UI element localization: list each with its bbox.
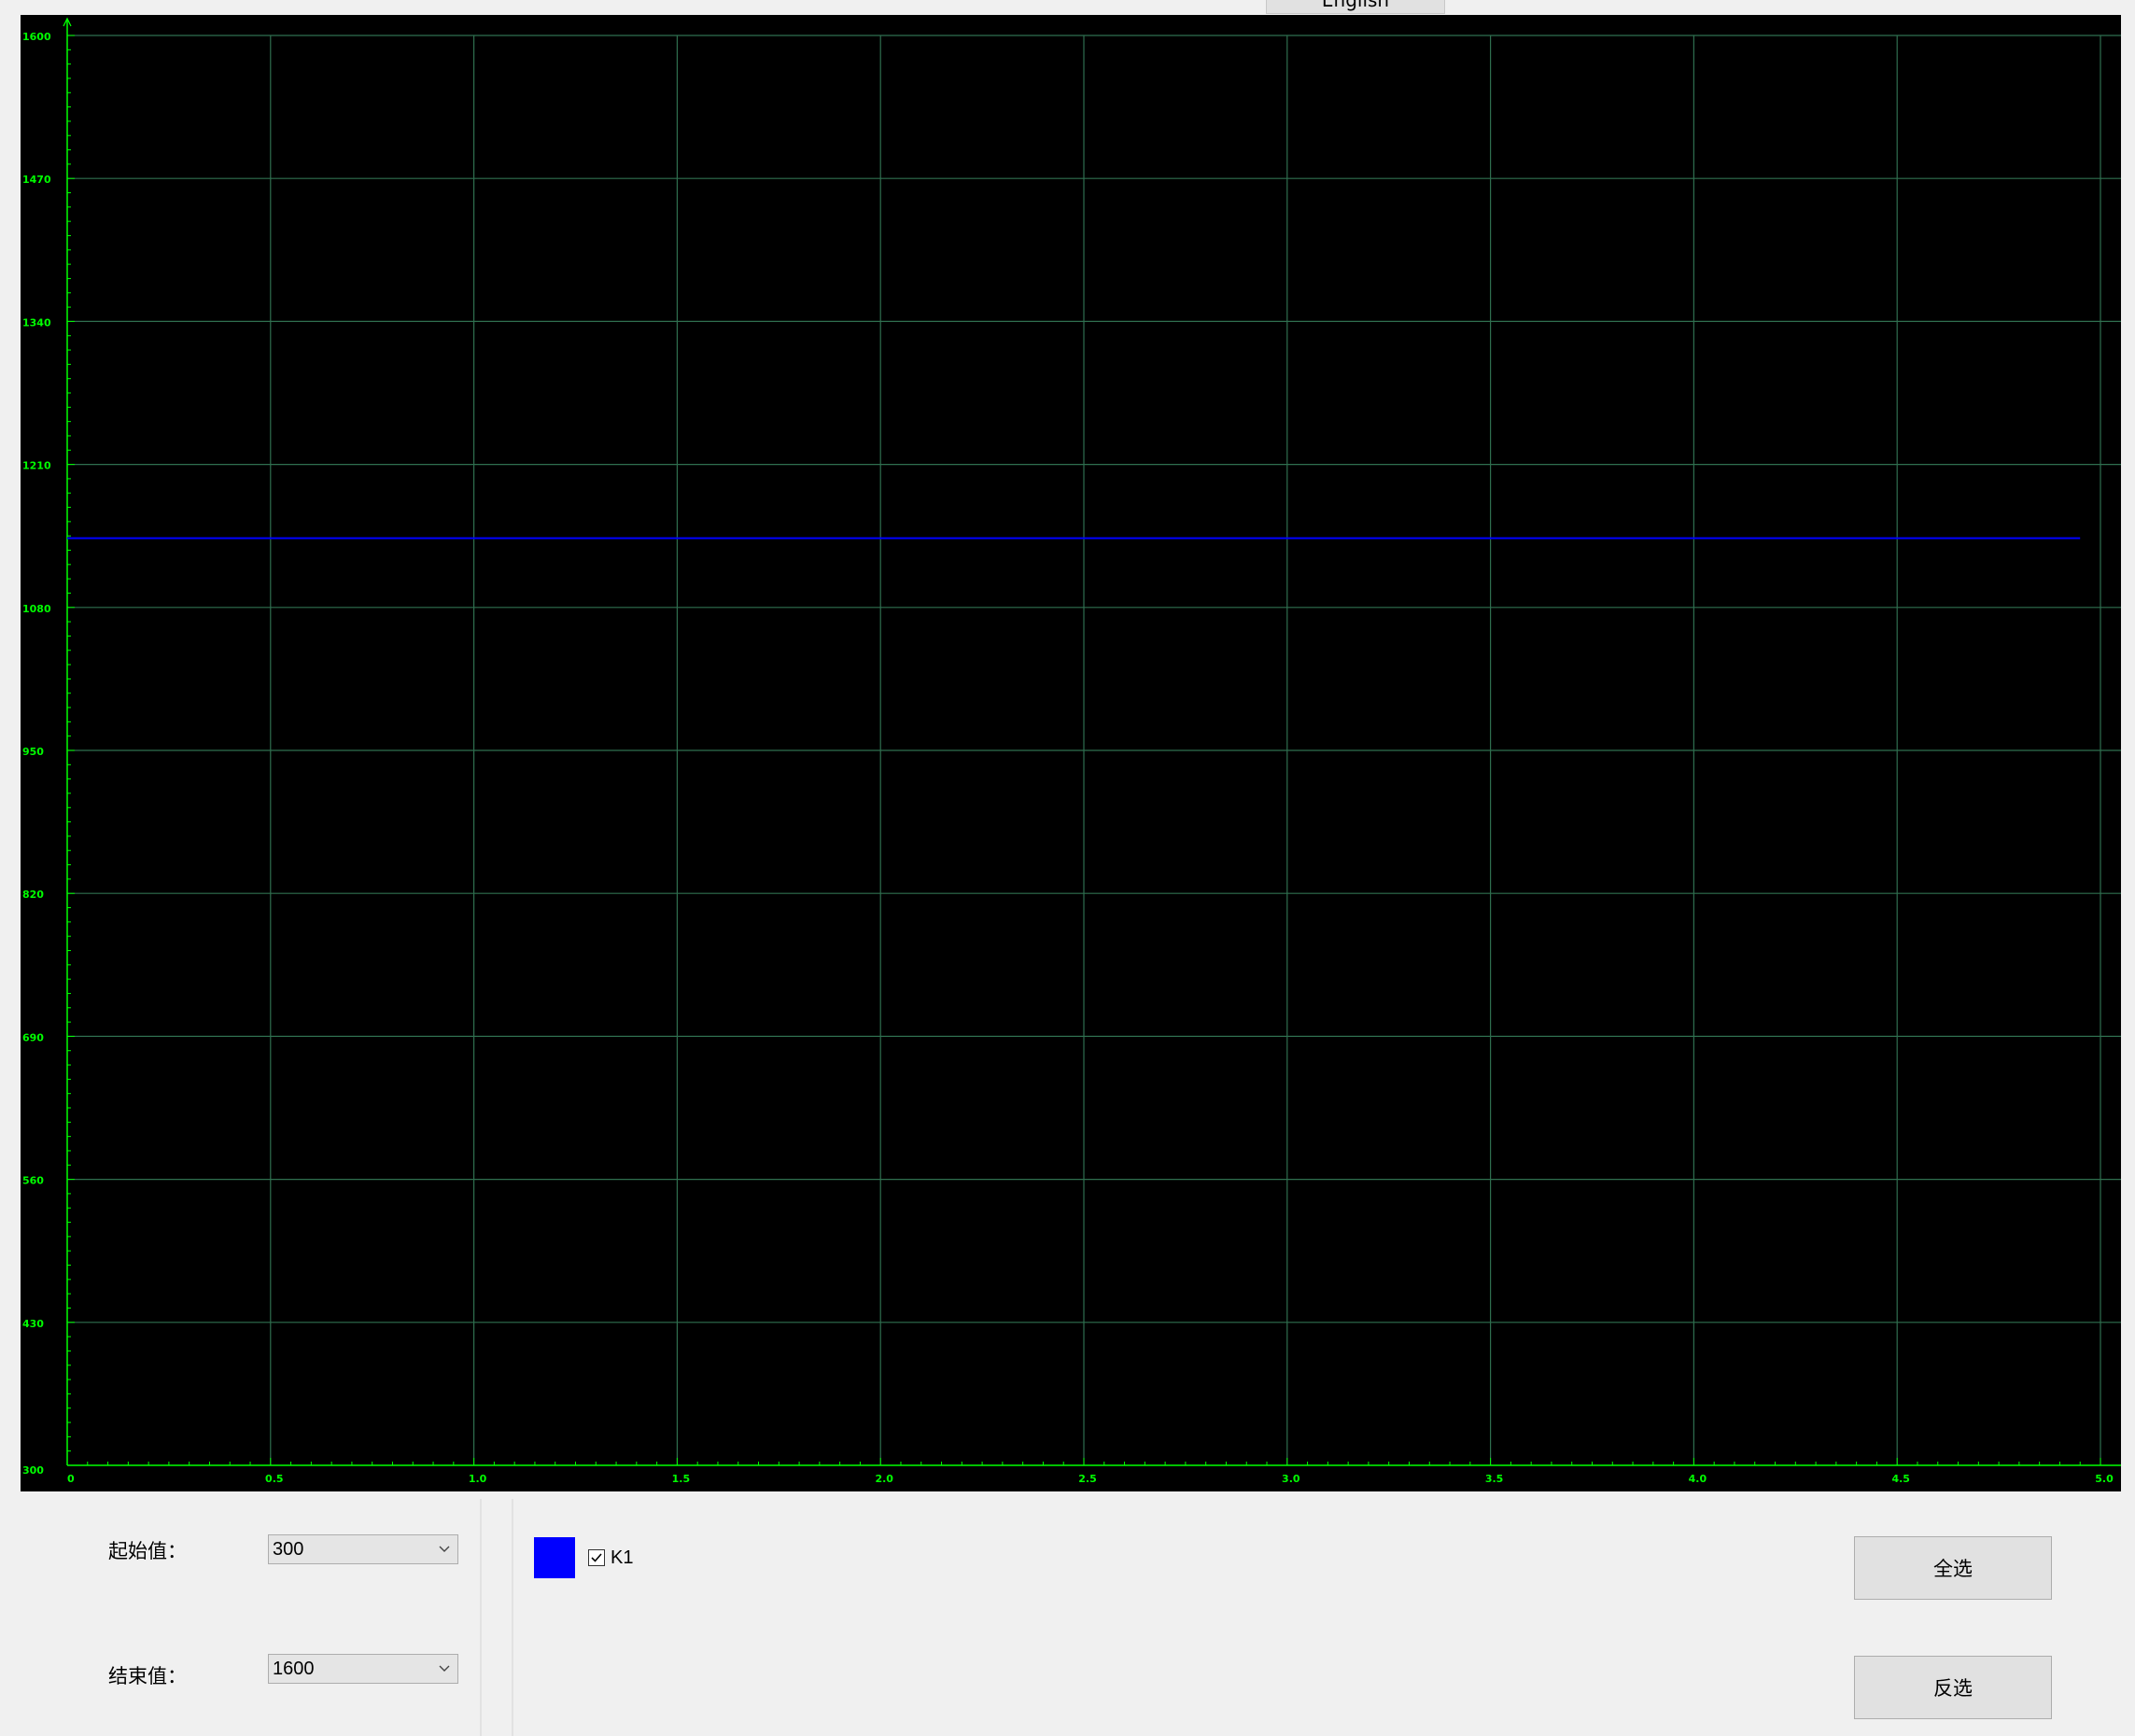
line-chart: 0 0.5 1.0 1.5 2.0 2.5 3.0 3.5 4.0 4.5 5.0 1600 1470 1…	[22, 17, 2121, 1485]
end-value-text: 1600	[273, 1659, 315, 1679]
x-tick-label: 1.0	[469, 1473, 487, 1485]
y-tick-label: 1340	[22, 316, 51, 329]
y-tick-label: 560	[22, 1175, 44, 1187]
x-tick-label: 1.5	[672, 1473, 691, 1485]
checkmark-icon	[591, 1553, 602, 1562]
x-tick-label: 3.0	[1282, 1473, 1300, 1485]
y-tick-label: 1080	[22, 603, 51, 615]
x-tick-label: 4.0	[1689, 1473, 1707, 1485]
invert-selection-button[interactable]: 反选	[1854, 1656, 2052, 1719]
x-tick-label: 0.5	[265, 1473, 284, 1485]
chart-panel: 0 0.5 1.0 1.5 2.0 2.5 3.0 3.5 4.0 4.5 5.0 1600 1470 1…	[21, 15, 2121, 1491]
series-color-swatch	[534, 1537, 575, 1578]
start-value-select[interactable]: 300	[268, 1534, 458, 1564]
series-k1-label: K1	[611, 1547, 634, 1568]
y-tick-label: 430	[22, 1318, 44, 1330]
start-value-label: 起始值：	[108, 1540, 187, 1562]
chevron-down-icon	[439, 1665, 450, 1672]
end-value-select[interactable]: 1600	[268, 1654, 458, 1684]
x-tick-label: 2.5	[1078, 1473, 1097, 1485]
x-tick-label: 5.0	[2095, 1473, 2114, 1485]
language-tab[interactable]: English	[1266, 0, 1445, 14]
range-panel: 起始值： 300 结束值： 1600	[21, 1499, 482, 1736]
x-tick-label: 0	[67, 1473, 75, 1485]
x-tick-label: 3.5	[1485, 1473, 1504, 1485]
y-tick-label: 1210	[22, 460, 51, 472]
series-k1-checkbox[interactable]	[588, 1549, 605, 1566]
start-value-text: 300	[273, 1539, 304, 1560]
select-all-button[interactable]: 全选	[1854, 1536, 2052, 1600]
end-value-label: 结束值：	[108, 1665, 187, 1687]
language-tab-label: English	[1321, 0, 1390, 11]
y-tick-label: 820	[22, 889, 44, 901]
y-tick-label: 1600	[22, 31, 51, 43]
y-tick-label: 1470	[22, 174, 51, 186]
y-tick-label: 690	[22, 1031, 44, 1043]
x-tick-label: 2.0	[875, 1473, 893, 1485]
chevron-down-icon	[439, 1546, 450, 1552]
x-tick-label: 4.5	[1891, 1473, 1910, 1485]
series-panel: K1 全选 反选	[512, 1499, 2123, 1736]
y-tick-label: 950	[22, 746, 44, 758]
y-tick-label: 300	[22, 1464, 44, 1477]
